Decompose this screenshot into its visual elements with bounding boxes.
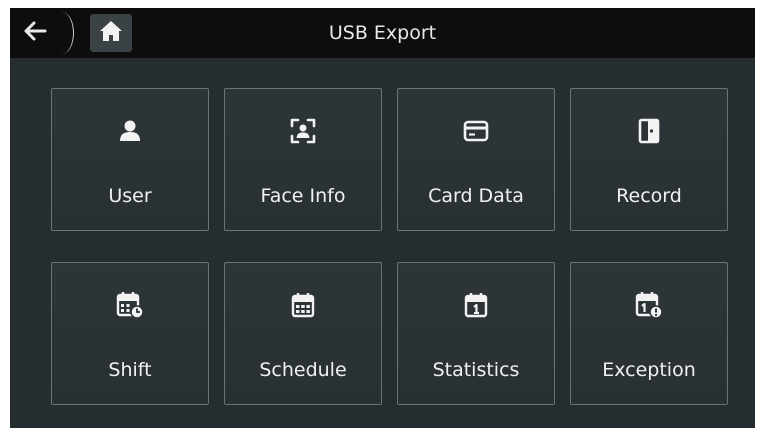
shift-tile[interactable]: Shift — [51, 262, 209, 405]
face-info-tile[interactable]: Face Info — [224, 88, 382, 231]
top-bar: USB Export — [10, 8, 755, 58]
schedule-tile-label: Schedule — [259, 359, 347, 381]
shift-tile-label: Shift — [108, 359, 152, 381]
calendar-alert-icon — [571, 285, 727, 325]
exception-tile-label: Exception — [602, 359, 696, 381]
card-data-tile-label: Card Data — [428, 185, 524, 207]
user-tile[interactable]: User — [51, 88, 209, 231]
exception-tile[interactable]: Exception — [570, 262, 728, 405]
record-tile-label: Record — [616, 185, 682, 207]
card-icon — [398, 111, 554, 151]
usb-export-screen: USB Export User Face Info Card Data Reco… — [10, 8, 755, 428]
card-data-tile[interactable]: Card Data — [397, 88, 555, 231]
home-button[interactable] — [90, 14, 132, 52]
face-scan-icon — [225, 111, 381, 151]
calendar-grid-icon — [225, 285, 381, 325]
record-tile[interactable]: Record — [570, 88, 728, 231]
back-button[interactable] — [10, 8, 74, 58]
back-arrow-icon — [22, 20, 48, 46]
calendar-clock-icon — [52, 285, 208, 325]
face-info-tile-label: Face Info — [260, 185, 346, 207]
door-icon — [571, 111, 727, 151]
statistics-tile-label: Statistics — [432, 359, 520, 381]
schedule-tile[interactable]: Schedule — [224, 262, 382, 405]
user-icon — [52, 111, 208, 151]
user-tile-label: User — [108, 185, 152, 207]
back-divider — [50, 12, 74, 54]
home-icon — [99, 20, 123, 46]
calendar-one-icon — [398, 285, 554, 325]
statistics-tile[interactable]: Statistics — [397, 262, 555, 405]
